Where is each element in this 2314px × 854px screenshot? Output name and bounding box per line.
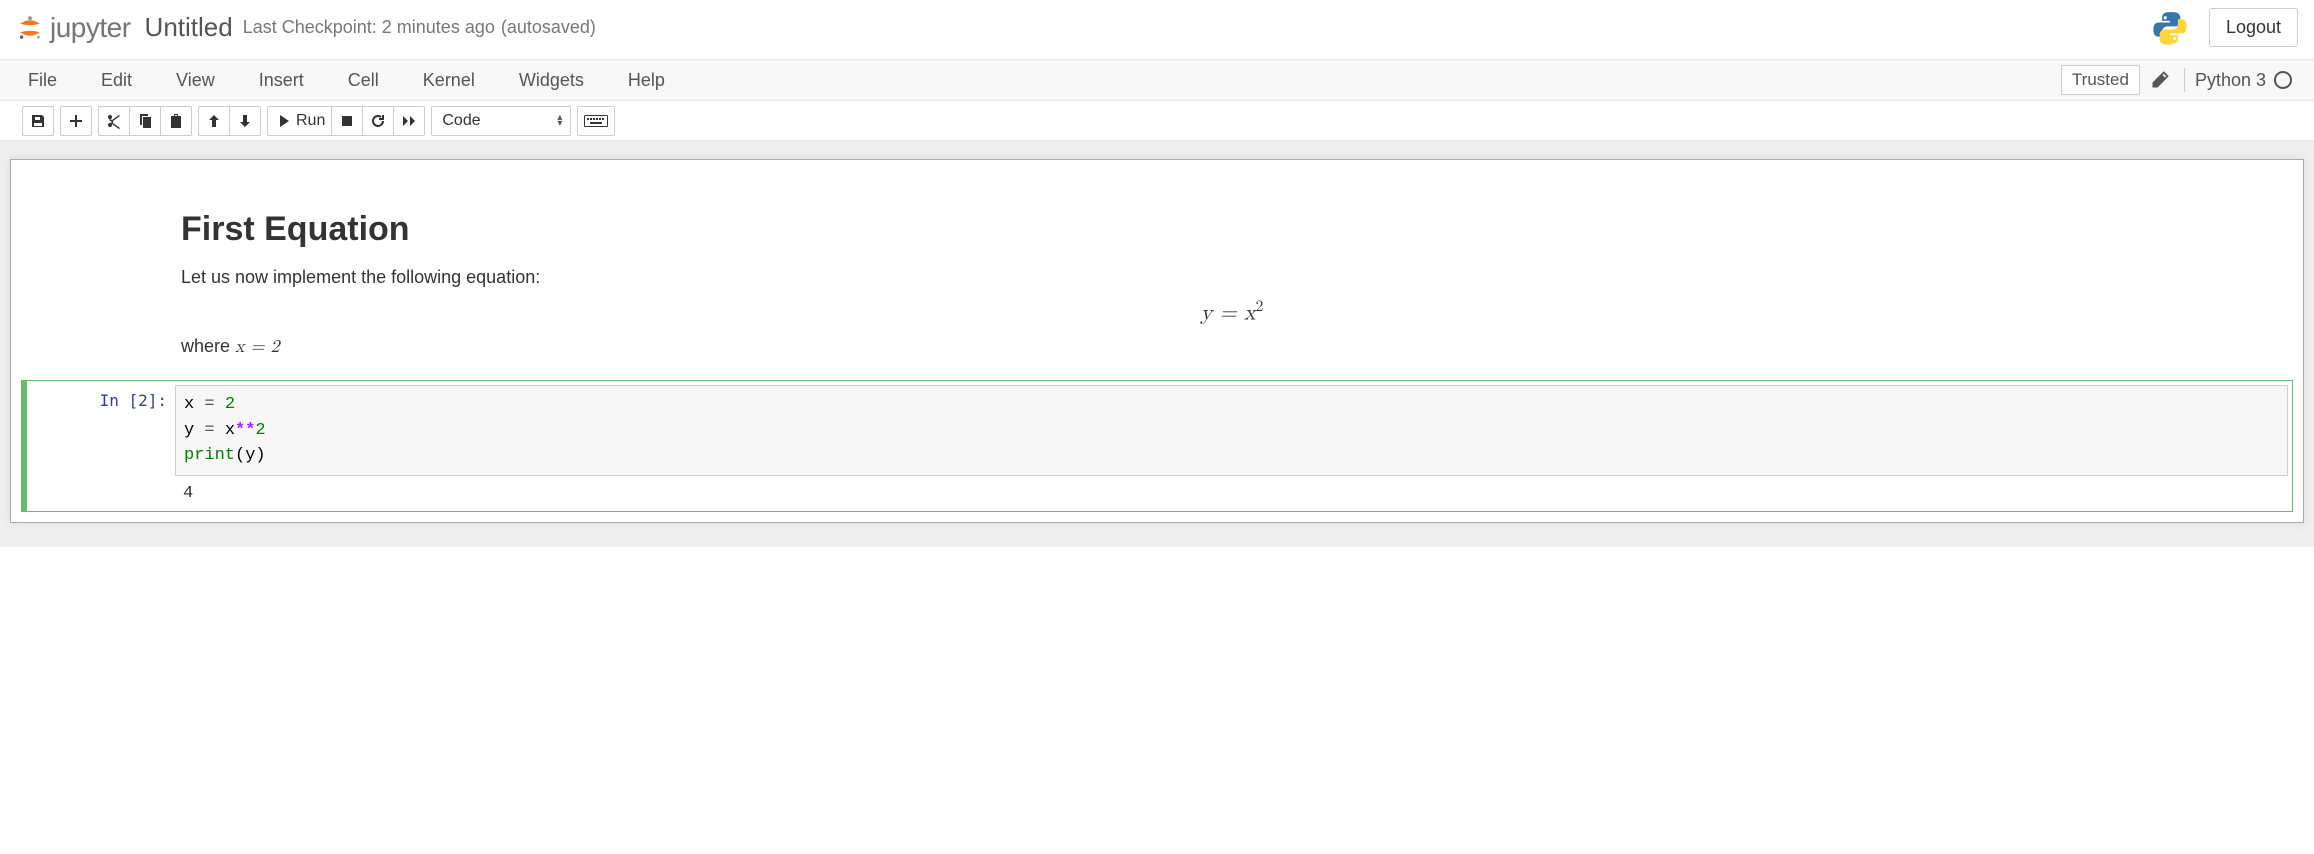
jupyter-logo-text: jupyter xyxy=(50,12,131,44)
interrupt-button[interactable] xyxy=(331,106,363,136)
save-icon xyxy=(30,113,46,129)
menu-cell[interactable]: Cell xyxy=(326,59,401,101)
notebook-name[interactable]: Untitled xyxy=(145,12,233,43)
tok: x xyxy=(225,421,235,440)
restart-button[interactable] xyxy=(362,106,394,136)
menu-insert[interactable]: Insert xyxy=(237,59,326,101)
keyboard-icon xyxy=(584,115,608,127)
checkpoint-status: Last Checkpoint: 2 minutes ago xyxy=(243,17,495,38)
run-button[interactable]: Run xyxy=(267,106,332,136)
paste-icon xyxy=(168,113,184,129)
where-text: where xyxy=(181,336,235,356)
clipboard-group xyxy=(98,106,192,136)
fast-forward-icon xyxy=(401,113,417,129)
arrow-down-icon xyxy=(237,113,253,129)
run-label: Run xyxy=(296,112,325,130)
markdown-cell[interactable]: First Equation Let us now implement the … xyxy=(21,184,2293,372)
markdown-prompt xyxy=(25,188,175,368)
stop-icon xyxy=(339,113,355,129)
code-cell-selected[interactable]: In [2]: x = 2 y = x**2 print(y) 4 xyxy=(21,380,2293,512)
menu-help[interactable]: Help xyxy=(606,59,687,101)
add-cell-button[interactable] xyxy=(60,106,92,136)
tok: y xyxy=(184,421,194,440)
math-display: y = x2 xyxy=(181,298,2283,326)
pencil-icon[interactable] xyxy=(2150,70,2170,90)
autosave-status: (autosaved) xyxy=(501,17,596,38)
command-palette-button[interactable] xyxy=(577,106,615,136)
code-body: x = 2 y = x**2 print(y) 4 xyxy=(175,385,2288,503)
move-down-button[interactable] xyxy=(229,106,261,136)
trusted-indicator[interactable]: Trusted xyxy=(2061,65,2140,95)
kernel-idle-indicator xyxy=(2274,71,2292,89)
menu-kernel[interactable]: Kernel xyxy=(401,59,497,101)
notebook-scroll-area[interactable]: First Equation Let us now implement the … xyxy=(0,141,2314,547)
menubar: File Edit View Insert Cell Kernel Widget… xyxy=(0,59,2314,101)
copy-button[interactable] xyxy=(129,106,161,136)
equation-base: y = x xyxy=(1201,302,1256,324)
notebook-container: First Equation Let us now implement the … xyxy=(10,159,2304,523)
menu-view[interactable]: View xyxy=(154,59,237,101)
tok: = xyxy=(194,395,225,414)
input-prompt: In [2]: xyxy=(31,385,175,503)
select-arrows-icon: ▴▾ xyxy=(557,115,562,127)
tok: 2 xyxy=(225,395,235,414)
arrow-up-icon xyxy=(206,113,222,129)
tok: x xyxy=(184,395,194,414)
divider xyxy=(2184,68,2185,92)
celltype-value: Code xyxy=(442,112,480,130)
tok: (y) xyxy=(235,446,266,465)
python-icon xyxy=(2151,9,2189,47)
save-button[interactable] xyxy=(22,106,54,136)
paragraph: Let us now implement the following equat… xyxy=(181,267,2283,288)
menu-edit[interactable]: Edit xyxy=(79,59,154,101)
code-output: 4 xyxy=(175,476,2288,503)
run-icon xyxy=(274,113,290,129)
menu-widgets[interactable]: Widgets xyxy=(497,59,606,101)
move-group xyxy=(198,106,261,136)
cut-button[interactable] xyxy=(98,106,130,136)
jupyter-icon xyxy=(16,14,44,42)
jupyter-logo[interactable]: jupyter xyxy=(16,12,131,44)
tok: 2 xyxy=(255,421,265,440)
plus-icon xyxy=(68,113,84,129)
run-group: Run xyxy=(267,106,425,136)
toolbar: Run Code ▴▾ xyxy=(0,101,2314,141)
restart-icon xyxy=(370,113,386,129)
copy-icon xyxy=(137,113,153,129)
equation-exponent: 2 xyxy=(1256,299,1264,314)
notebook-header: jupyter Untitled Last Checkpoint: 2 minu… xyxy=(0,0,2314,59)
tok: print xyxy=(184,446,235,465)
celltype-select[interactable]: Code ▴▾ xyxy=(431,106,571,136)
where-math: x = 2 xyxy=(235,338,279,356)
paste-button[interactable] xyxy=(160,106,192,136)
restart-run-all-button[interactable] xyxy=(393,106,425,136)
scissors-icon xyxy=(106,113,122,129)
menu-file[interactable]: File xyxy=(16,59,79,101)
code-input[interactable]: x = 2 y = x**2 print(y) xyxy=(175,385,2288,476)
markdown-body: First Equation Let us now implement the … xyxy=(175,188,2289,368)
move-up-button[interactable] xyxy=(198,106,230,136)
heading: First Equation xyxy=(181,210,2283,249)
kernel-name[interactable]: Python 3 xyxy=(2195,70,2266,91)
tok: ** xyxy=(235,421,255,440)
paragraph-where: where x = 2 xyxy=(181,336,2283,358)
tok: = xyxy=(194,421,225,440)
logout-button[interactable]: Logout xyxy=(2209,8,2298,47)
